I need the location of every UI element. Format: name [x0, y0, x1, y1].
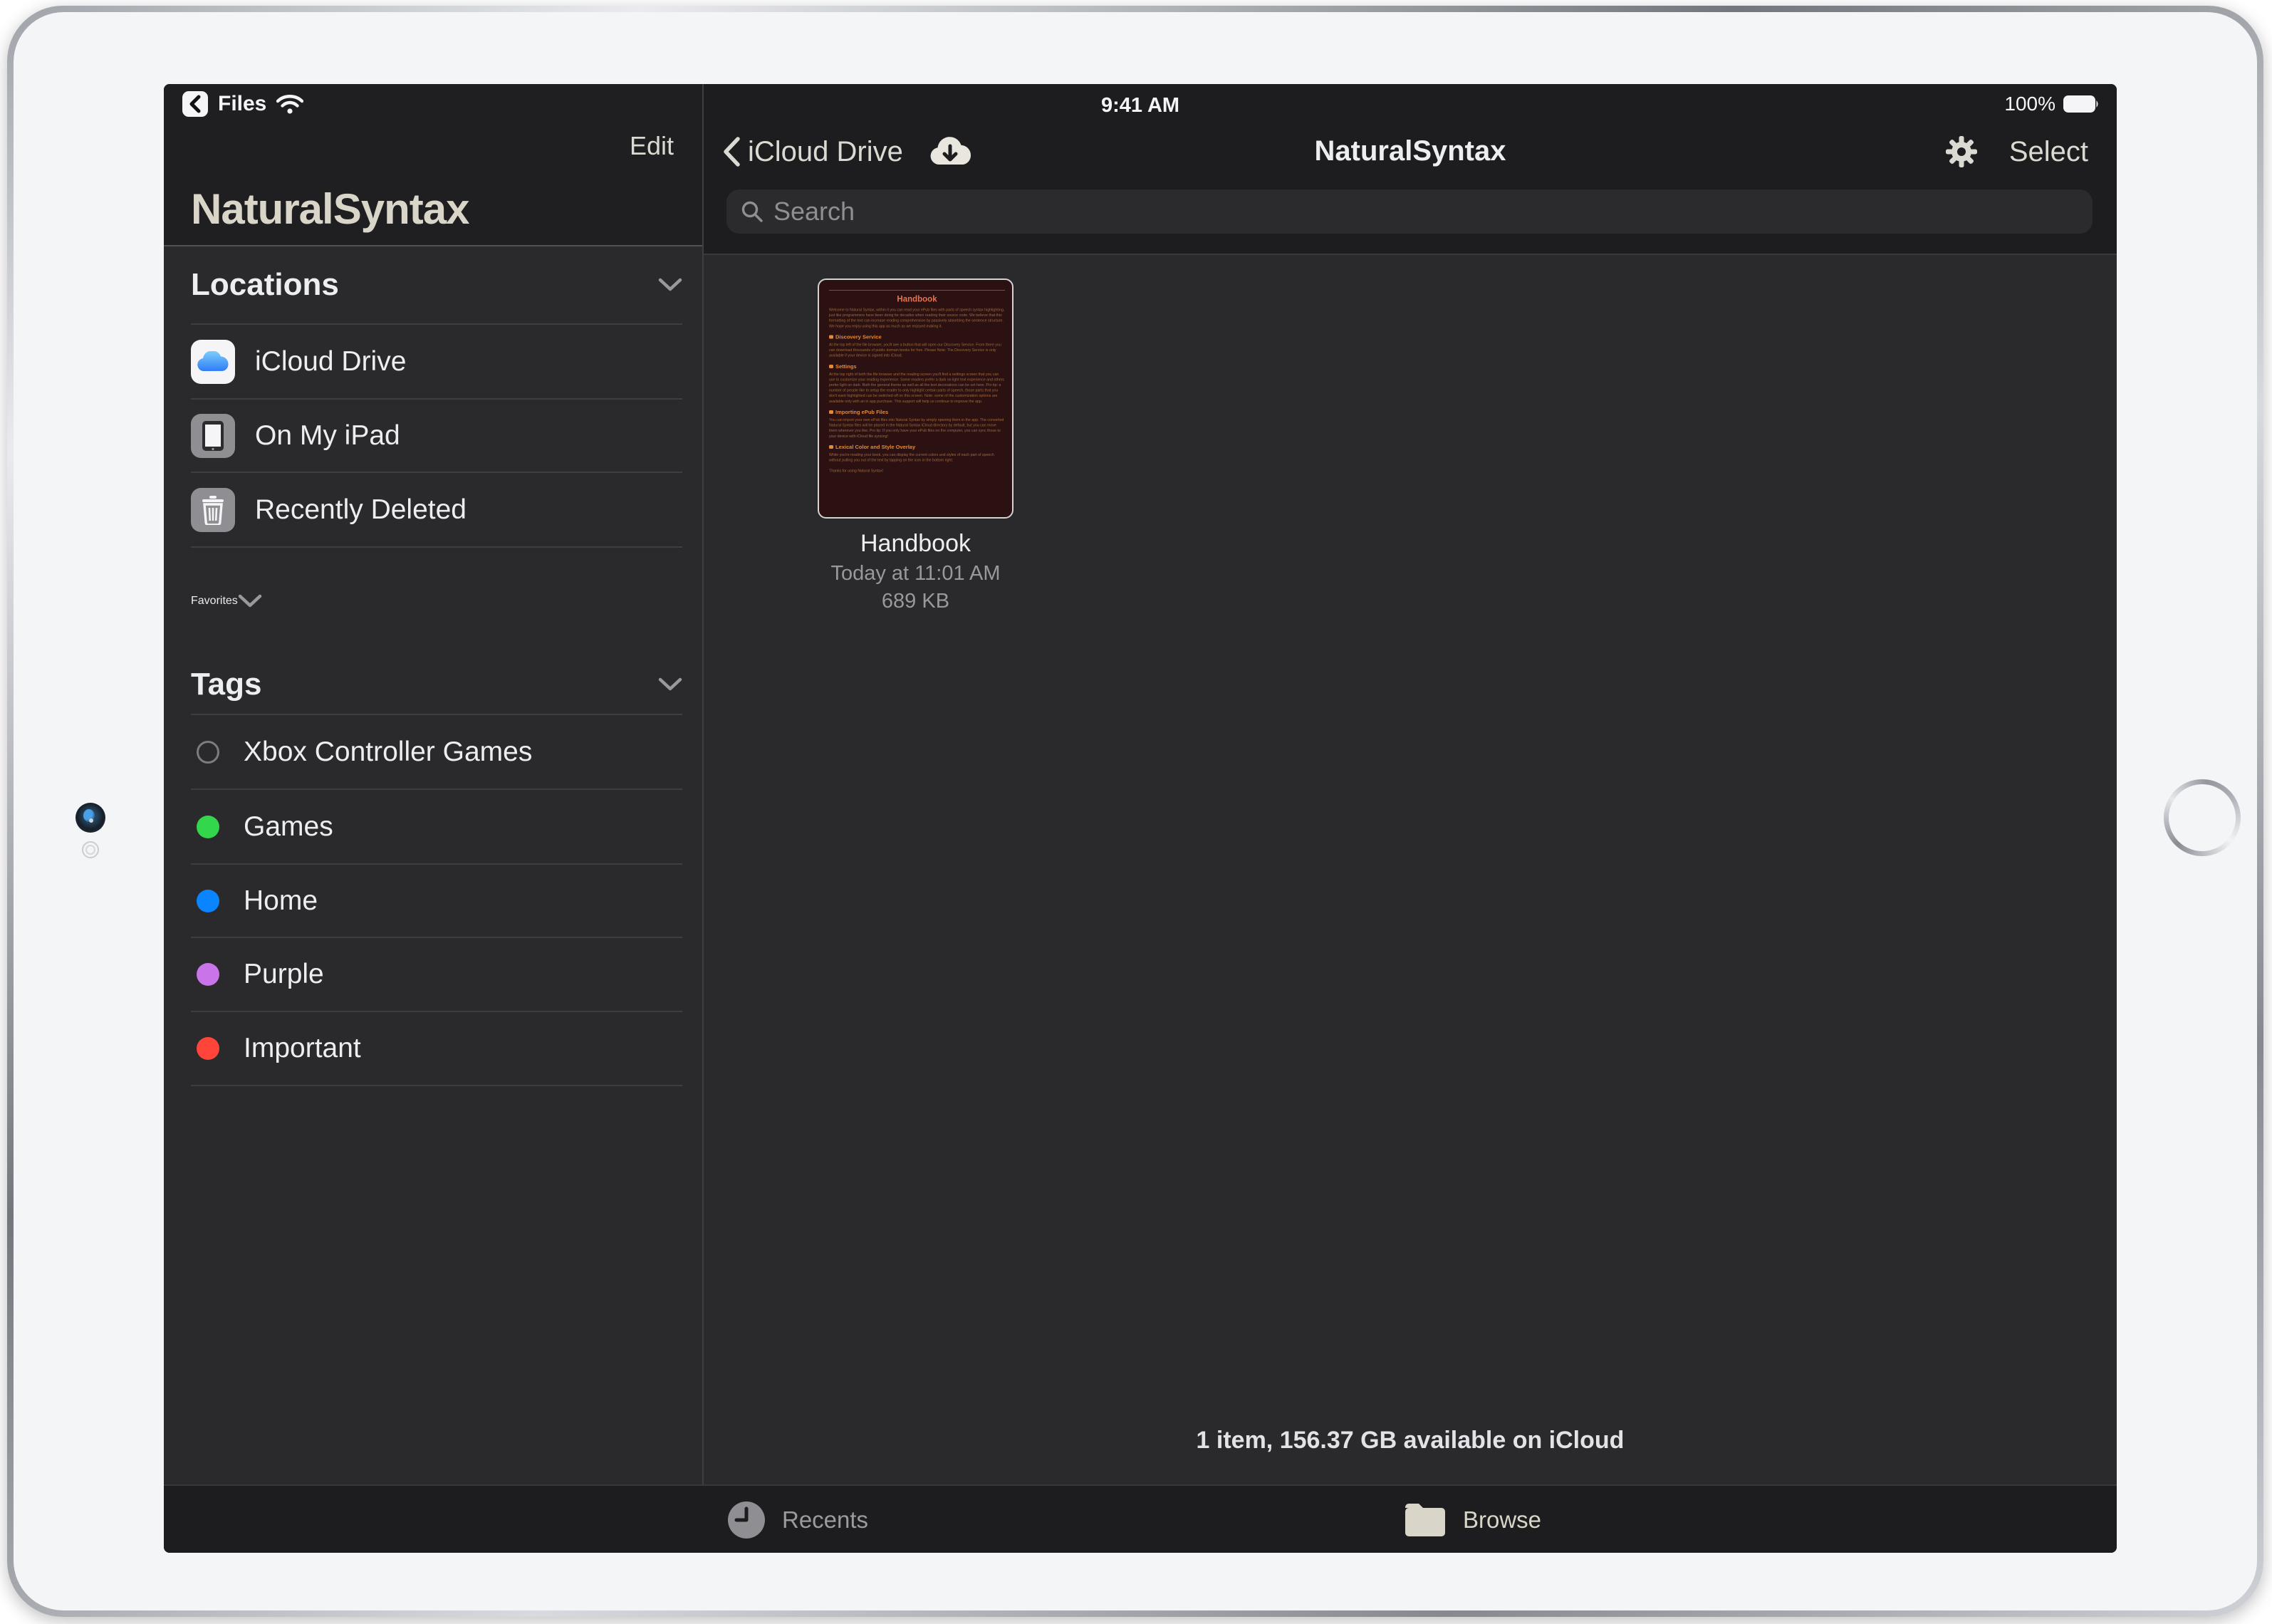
- file-item-handbook[interactable]: Handbook Welcome to Natural Syntax, with…: [818, 279, 1013, 614]
- select-button[interactable]: Select: [2009, 136, 2088, 168]
- sidebar-item-icloud-drive[interactable]: iCloud Drive: [191, 325, 682, 400]
- tab-browse[interactable]: Browse: [1403, 1486, 1541, 1553]
- ipad-icon: [191, 414, 235, 458]
- main-pane: iCloud Drive NaturalSyntax: [704, 84, 2117, 1484]
- tag-circle-icon: [197, 816, 219, 838]
- tag-label: Xbox Controller Games: [244, 736, 532, 768]
- tab-bar: Recents Browse: [164, 1484, 2117, 1553]
- tab-recents-label: Recents: [782, 1506, 868, 1534]
- tab-recents[interactable]: Recents: [726, 1486, 868, 1553]
- sidebar-section-favorites[interactable]: Favorites: [191, 548, 682, 655]
- preview-section-heading: Discovery Service: [829, 334, 1005, 340]
- preview-section-heading: Importing ePub Files: [829, 409, 1005, 415]
- cloud-icon: [829, 335, 833, 339]
- sidebar-app-title: NaturalSyntax: [191, 184, 469, 234]
- tag-label: Important: [244, 1033, 361, 1064]
- preview-section-body: At the top left of the file browser, you…: [829, 342, 1005, 358]
- grid-icon: [829, 445, 833, 449]
- tag-label: Home: [244, 885, 318, 917]
- sidebar-item-label: iCloud Drive: [255, 346, 406, 378]
- file-size: 689 KB: [818, 590, 1013, 613]
- sidebar-tag-games[interactable]: Games: [191, 790, 682, 865]
- clock-icon: [726, 1500, 766, 1540]
- tag-label: Purple: [244, 959, 324, 990]
- sidebar-item-on-my-ipad[interactable]: On My iPad: [191, 400, 682, 473]
- file-browser-content: Handbook Welcome to Natural Syntax, with…: [704, 255, 2117, 1484]
- preview-footer: Thanks for using Natural Syntax!: [829, 469, 1005, 473]
- tag-circle-icon: [197, 1037, 219, 1060]
- preview-rule: [829, 290, 1005, 291]
- status-bar: Files 9:41 AM 100%: [164, 84, 2117, 124]
- ipad-device-frame: Files 9:41 AM 100% Edit NaturalSynt: [7, 6, 2263, 1617]
- battery-icon: [2063, 95, 2100, 113]
- document-preview: Handbook Welcome to Natural Syntax, with…: [829, 287, 1005, 473]
- preview-section-heading: Settings: [829, 363, 1005, 370]
- front-camera: [75, 803, 105, 833]
- navigation-bar: iCloud Drive NaturalSyntax: [704, 125, 2117, 178]
- import-icon: [829, 410, 833, 414]
- sidebar: Edit NaturalSyntax Locations: [164, 84, 704, 1484]
- preview-section-body: While you're reading your book, you can …: [829, 452, 1005, 463]
- sidebar-item-label: Recently Deleted: [255, 494, 467, 526]
- tag-circle-icon: [197, 963, 219, 986]
- tag-label: Games: [244, 811, 333, 843]
- search-input[interactable]: Search: [726, 189, 2093, 234]
- chevron-down-icon[interactable]: [658, 278, 682, 292]
- search-icon: [741, 200, 764, 223]
- file-modified-date: Today at 11:01 AM: [818, 562, 1013, 585]
- items-status-text: 1 item, 156.37 GB available on iCloud: [704, 1427, 2117, 1454]
- gear-icon[interactable]: [1945, 135, 1978, 168]
- favorites-header-label: Favorites: [191, 595, 238, 608]
- file-thumbnail[interactable]: Handbook Welcome to Natural Syntax, with…: [818, 279, 1013, 519]
- sidebar-section-tags[interactable]: Tags: [191, 655, 682, 715]
- app-screen: Files 9:41 AM 100% Edit NaturalSynt: [164, 84, 2117, 1553]
- battery-percent: 100%: [2004, 93, 2055, 115]
- tab-browse-label: Browse: [1463, 1506, 1541, 1534]
- preview-intro: Welcome to Natural Syntax, within it you…: [829, 308, 1005, 329]
- sidebar-tag-important[interactable]: Important: [191, 1012, 682, 1086]
- preview-section-body: At the top right of both the file browse…: [829, 372, 1005, 405]
- tag-circle-icon: [197, 741, 219, 764]
- locations-header-label: Locations: [191, 267, 658, 303]
- preview-section-heading: Lexical Color and Style Overlay: [829, 444, 1005, 450]
- tag-circle-icon: [197, 890, 219, 912]
- search-placeholder: Search: [773, 197, 855, 227]
- file-name: Handbook: [818, 530, 1013, 558]
- chevron-down-icon[interactable]: [658, 677, 682, 692]
- trash-icon: [191, 488, 235, 532]
- tags-header-label: Tags: [191, 667, 658, 702]
- edit-button[interactable]: Edit: [630, 131, 674, 161]
- sidebar-item-label: On My iPad: [255, 420, 400, 452]
- preview-section-body: You can import your own ePub files into …: [829, 417, 1005, 439]
- sidebar-tag-home[interactable]: Home: [191, 865, 682, 938]
- folder-icon: [1403, 1501, 1447, 1539]
- preview-title: Handbook: [829, 294, 1005, 304]
- icloud-drive-icon: [191, 340, 235, 384]
- ambient-light-sensor: [82, 841, 99, 858]
- chevron-down-icon[interactable]: [238, 594, 262, 608]
- gear-icon: [829, 365, 833, 368]
- sidebar-tag-xbox-controller-games[interactable]: Xbox Controller Games: [191, 715, 682, 790]
- folder-title: NaturalSyntax: [704, 135, 2117, 167]
- sidebar-tag-purple[interactable]: Purple: [191, 938, 682, 1012]
- home-button[interactable]: [2164, 779, 2241, 856]
- sidebar-item-recently-deleted[interactable]: Recently Deleted: [191, 473, 682, 548]
- status-time: 9:41 AM: [164, 94, 2117, 118]
- sidebar-section-locations[interactable]: Locations: [191, 246, 682, 325]
- sidebar-divider: [702, 84, 704, 1484]
